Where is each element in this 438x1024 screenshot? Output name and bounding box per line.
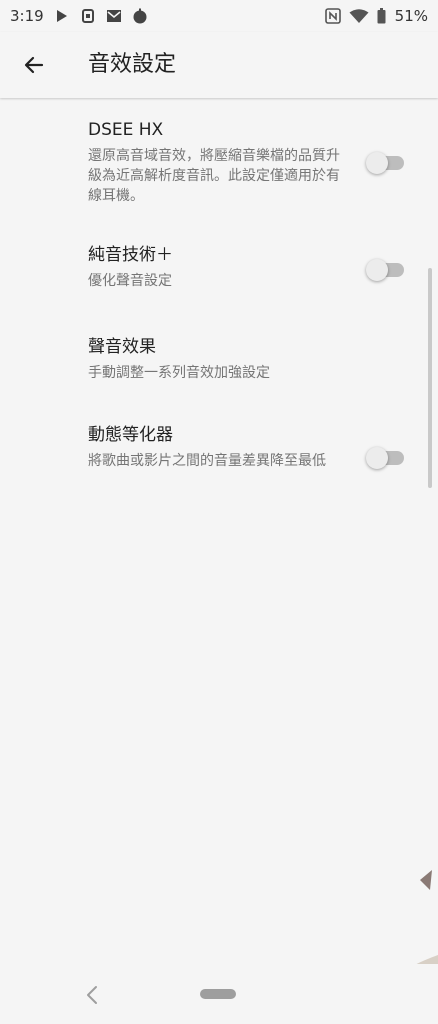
battery-icon: [377, 8, 387, 24]
setting-subtitle: 優化聲音設定: [88, 273, 172, 289]
setting-title: 動態等化器: [88, 425, 173, 445]
setting-dynamic-normalizer[interactable]: 動態等化器 將歌曲或影片之間的音量差異降至最低: [0, 423, 438, 503]
status-right: 51%: [324, 0, 428, 32]
status-time: 3:19: [10, 7, 44, 25]
setting-title: 純音技術＋: [88, 245, 173, 265]
scrollbar[interactable]: [428, 268, 432, 488]
app-bar: 音效設定: [0, 32, 438, 98]
dynamic-normalizer-toggle[interactable]: [366, 445, 406, 469]
setting-dsee-hx[interactable]: DSEE HX 還原高音域音效，將壓縮音樂檔的品質升級為近高解析度音訊。此設定僅…: [0, 118, 438, 228]
status-bar: 3:19 51%: [0, 0, 438, 32]
setting-clear-audio[interactable]: 純音技術＋ 優化聲音設定: [0, 243, 438, 303]
setting-sound-effects[interactable]: 聲音效果 手動調整一系列音效加強設定: [0, 335, 438, 395]
circle-app-icon: [132, 8, 148, 24]
wifi-icon: [349, 8, 369, 24]
nav-home-pill-icon[interactable]: [200, 989, 236, 999]
nav-bar: [0, 964, 438, 1024]
toggle-thumb: [366, 259, 388, 281]
nfc-icon: [324, 8, 341, 24]
arrow-left-icon: [24, 56, 44, 74]
setting-subtitle: 手動調整一系列音效加強設定: [88, 365, 270, 381]
clear-audio-toggle[interactable]: [366, 257, 406, 281]
toggle-thumb: [366, 152, 388, 174]
setting-subtitle: 還原高音域音效，將壓縮音樂檔的品質升級為近高解析度音訊。此設定僅適用於有線耳機。: [88, 148, 340, 204]
setting-subtitle: 將歌曲或影片之間的音量差異降至最低: [88, 453, 326, 469]
toggle-thumb: [366, 447, 388, 469]
app-notification-icon: [80, 8, 96, 24]
setting-text: 純音技術＋ 優化聲音設定: [88, 243, 350, 291]
play-store-icon: [54, 8, 70, 24]
page-title: 音效設定: [88, 52, 177, 77]
setting-text: 動態等化器 將歌曲或影片之間的音量差異降至最低: [88, 423, 350, 471]
setting-title: 聲音效果: [88, 337, 156, 357]
battery-percent: 51%: [394, 7, 428, 25]
back-button[interactable]: [18, 49, 50, 81]
nav-back-icon[interactable]: [82, 984, 102, 1006]
setting-text: 聲音效果 手動調整一系列音效加強設定: [88, 335, 350, 383]
setting-text: DSEE HX 還原高音域音效，將壓縮音樂檔的品質升級為近高解析度音訊。此設定僅…: [88, 118, 350, 206]
mail-icon: [106, 8, 122, 24]
status-left: 3:19: [0, 7, 148, 25]
dsee-hx-toggle[interactable]: [366, 150, 406, 174]
setting-title: DSEE HX: [88, 120, 164, 140]
